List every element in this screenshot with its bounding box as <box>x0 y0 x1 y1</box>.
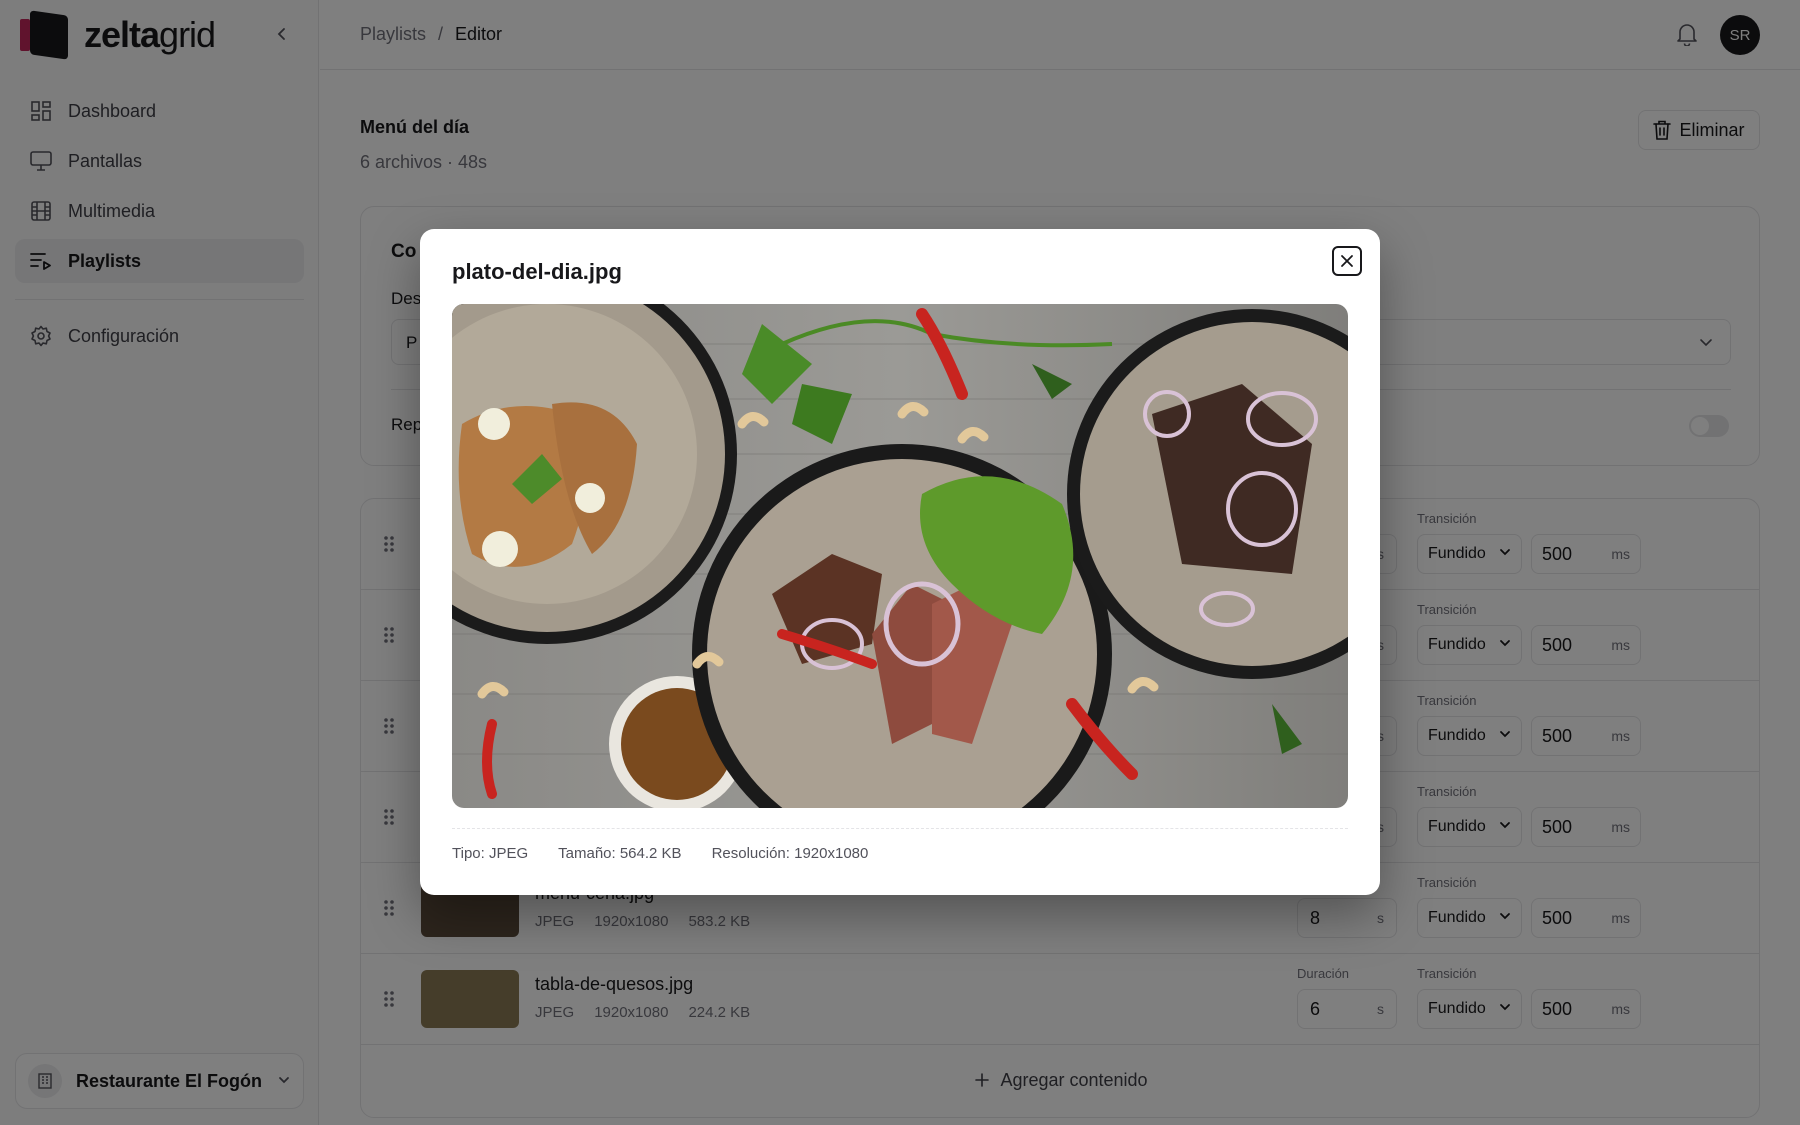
file-type: Tipo: JPEG <box>452 845 529 862</box>
modal-title: plato-del-dia.jpg <box>452 259 622 284</box>
close-icon <box>1341 255 1353 267</box>
file-details: Tipo: JPEG Tamaño: 564.2 KB Resolución: … <box>452 845 868 862</box>
file-resolution: Resolución: 1920x1080 <box>711 845 869 862</box>
food-photo <box>452 304 1348 808</box>
modal-close-button[interactable] <box>1332 246 1362 276</box>
modal-divider <box>452 828 1348 829</box>
image-preview <box>452 304 1348 808</box>
preview-modal: plato-del-dia.jpg Tipo: JPEG Tamaño: 564… <box>420 229 1380 895</box>
file-size: Tamaño: 564.2 KB <box>558 845 682 862</box>
